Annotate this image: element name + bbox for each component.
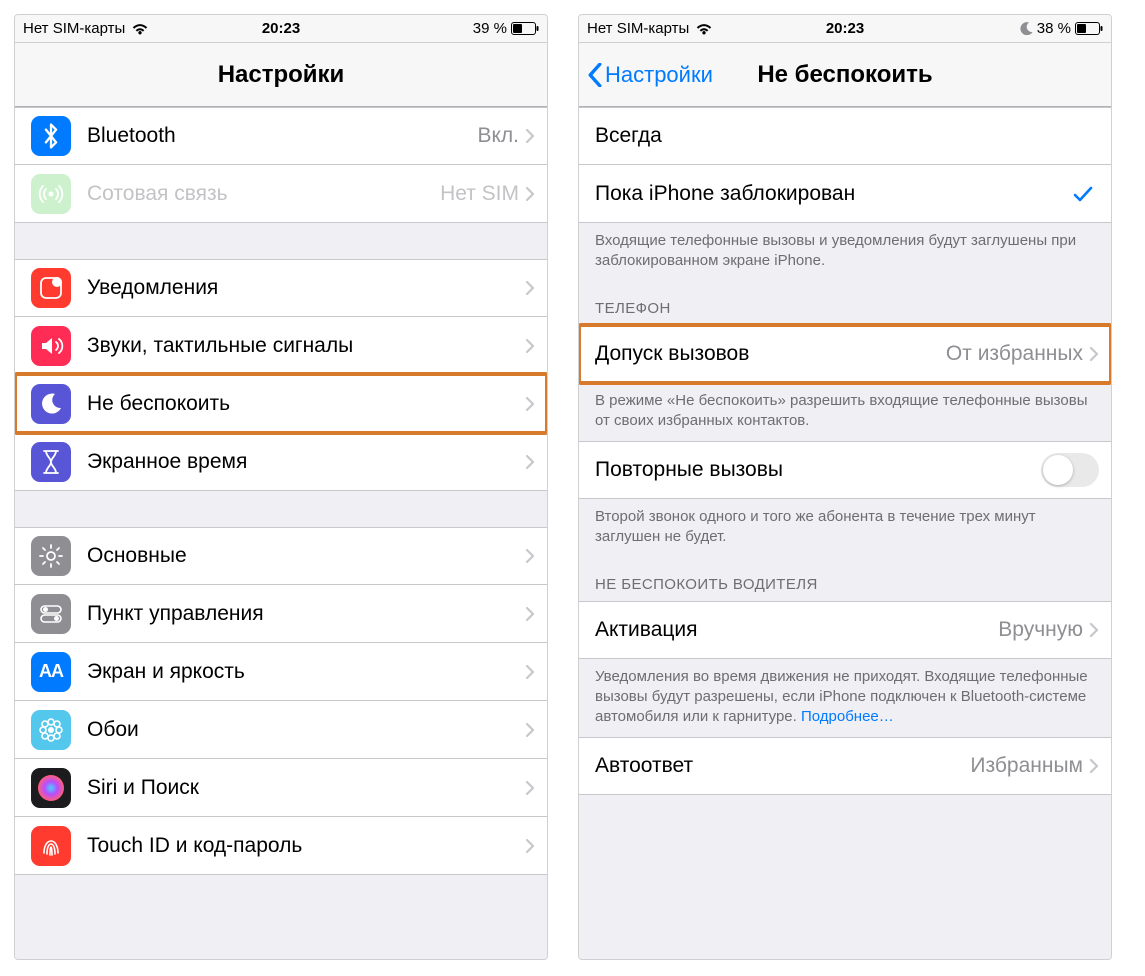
chevron-right-icon [525, 780, 535, 796]
battery-percent-label: 39 % [473, 20, 507, 37]
repeated-calls-row[interactable]: Повторные вызовы [579, 441, 1111, 499]
chevron-right-icon [525, 838, 535, 854]
settings-row-notifications[interactable]: Уведомления [15, 259, 547, 317]
settings-row-aa[interactable]: AA Экран и яркость [15, 643, 547, 701]
gear-icon [31, 536, 71, 576]
row-label: Основные [87, 544, 525, 568]
row-label: Звуки, тактильные сигналы [87, 334, 525, 358]
row-value: Избранным [970, 754, 1083, 778]
page-title: Настройки [15, 61, 547, 89]
carrier-label: Нет SIM-карты [23, 20, 125, 37]
row-value: Нет SIM [440, 182, 519, 206]
nav-header: Настройки Не беспокоить [579, 43, 1111, 107]
status-bar: Нет SIM-карты 20:23 39 % [15, 15, 547, 43]
wifi-icon [695, 22, 713, 35]
chevron-right-icon [525, 186, 535, 202]
driving-section-header: НЕ БЕСПОКОИТЬ ВОДИТЕЛЯ [579, 558, 1111, 601]
settings-row-gear[interactable]: Основные [15, 527, 547, 585]
switches-icon [31, 594, 71, 634]
row-label: Сотовая связь [87, 182, 440, 206]
sounds-icon [31, 326, 71, 366]
settings-row-moon[interactable]: Не беспокоить [15, 375, 547, 433]
chevron-right-icon [525, 454, 535, 470]
row-label: Пока iPhone заблокирован [595, 182, 1073, 206]
activation-row[interactable]: Активация Вручную [579, 601, 1111, 659]
back-button[interactable]: Настройки [587, 62, 713, 88]
status-bar: Нет SIM-карты 20:23 38 % [579, 15, 1111, 43]
antenna-icon [31, 174, 71, 214]
row-label: Siri и Поиск [87, 776, 525, 800]
row-label: Не беспокоить [87, 392, 525, 416]
chevron-right-icon [525, 280, 535, 296]
nav-header: Настройки [15, 43, 547, 107]
chevron-right-icon [525, 128, 535, 144]
autoreply-row[interactable]: Автоответ Избранным [579, 737, 1111, 795]
checkmark-icon [1073, 185, 1093, 203]
hourglass-icon [31, 442, 71, 482]
chevron-right-icon [525, 606, 535, 622]
row-label: Экран и яркость [87, 660, 525, 684]
settings-row-switches[interactable]: Пункт управления [15, 585, 547, 643]
row-value: От избранных [946, 342, 1083, 366]
dnd-screen: Нет SIM-карты 20:23 38 % Настройки Не бе… [578, 14, 1112, 960]
time-label: 20:23 [826, 20, 864, 37]
row-label: Активация [595, 618, 998, 642]
settings-row-siri[interactable]: Siri и Поиск [15, 759, 547, 817]
dnd-moon-icon [1020, 22, 1033, 35]
flower-icon [31, 710, 71, 750]
activation-footer: Уведомления во время движения не приходя… [579, 659, 1111, 738]
carrier-label: Нет SIM-карты [587, 20, 689, 37]
row-label: Допуск вызовов [595, 342, 946, 366]
battery-icon [511, 22, 539, 35]
row-value: Вручную [998, 618, 1083, 642]
chevron-right-icon [525, 338, 535, 354]
siri-icon [31, 768, 71, 808]
row-label: Всегда [595, 124, 1099, 148]
chevron-right-icon [1089, 622, 1099, 638]
allow-calls-footer: В режиме «Не беспокоить» разрешить входя… [579, 383, 1111, 442]
chevron-right-icon [1089, 346, 1099, 362]
time-label: 20:23 [262, 20, 300, 37]
settings-row-hourglass[interactable]: Экранное время [15, 433, 547, 491]
phone-section-header: ТЕЛЕФОН [579, 282, 1111, 325]
row-label: Touch ID и код-пароль [87, 834, 525, 858]
settings-row-flower[interactable]: Обои [15, 701, 547, 759]
row-label: Экранное время [87, 450, 525, 474]
touchid-icon [31, 826, 71, 866]
settings-row-antenna[interactable]: Сотовая связьНет SIM [15, 165, 547, 223]
row-label: Автоответ [595, 754, 970, 778]
wifi-icon [131, 22, 149, 35]
chevron-right-icon [525, 722, 535, 738]
silence-always-row[interactable]: Всегда [579, 107, 1111, 165]
aa-icon: AA [31, 652, 71, 692]
silence-locked-row[interactable]: Пока iPhone заблокирован [579, 165, 1111, 223]
chevron-right-icon [525, 548, 535, 564]
row-label: Повторные вызовы [595, 458, 1041, 482]
bluetooth-icon [31, 116, 71, 156]
allow-calls-row[interactable]: Допуск вызовов От избранных [579, 325, 1111, 383]
back-label: Настройки [605, 62, 713, 88]
repeated-calls-toggle[interactable] [1041, 453, 1099, 487]
settings-screen: Нет SIM-карты 20:23 39 % Настройки Bluet… [14, 14, 548, 960]
chevron-right-icon [1089, 758, 1099, 774]
notifications-icon [31, 268, 71, 308]
moon-icon [31, 384, 71, 424]
settings-row-sounds[interactable]: Звуки, тактильные сигналы [15, 317, 547, 375]
row-label: Bluetooth [87, 124, 477, 148]
battery-percent-label: 38 % [1037, 20, 1071, 37]
battery-icon [1075, 22, 1103, 35]
row-label: Уведомления [87, 276, 525, 300]
repeated-calls-footer: Второй звонок одного и того же абонента … [579, 499, 1111, 558]
learn-more-link[interactable]: Подробнее… [801, 708, 894, 725]
row-label: Пункт управления [87, 602, 525, 626]
settings-row-touchid[interactable]: Touch ID и код-пароль [15, 817, 547, 875]
row-label: Обои [87, 718, 525, 742]
silence-footer: Входящие телефонные вызовы и уведомления… [579, 223, 1111, 282]
chevron-right-icon [525, 664, 535, 680]
row-value: Вкл. [477, 124, 519, 148]
settings-row-bluetooth[interactable]: BluetoothВкл. [15, 107, 547, 165]
chevron-right-icon [525, 396, 535, 412]
